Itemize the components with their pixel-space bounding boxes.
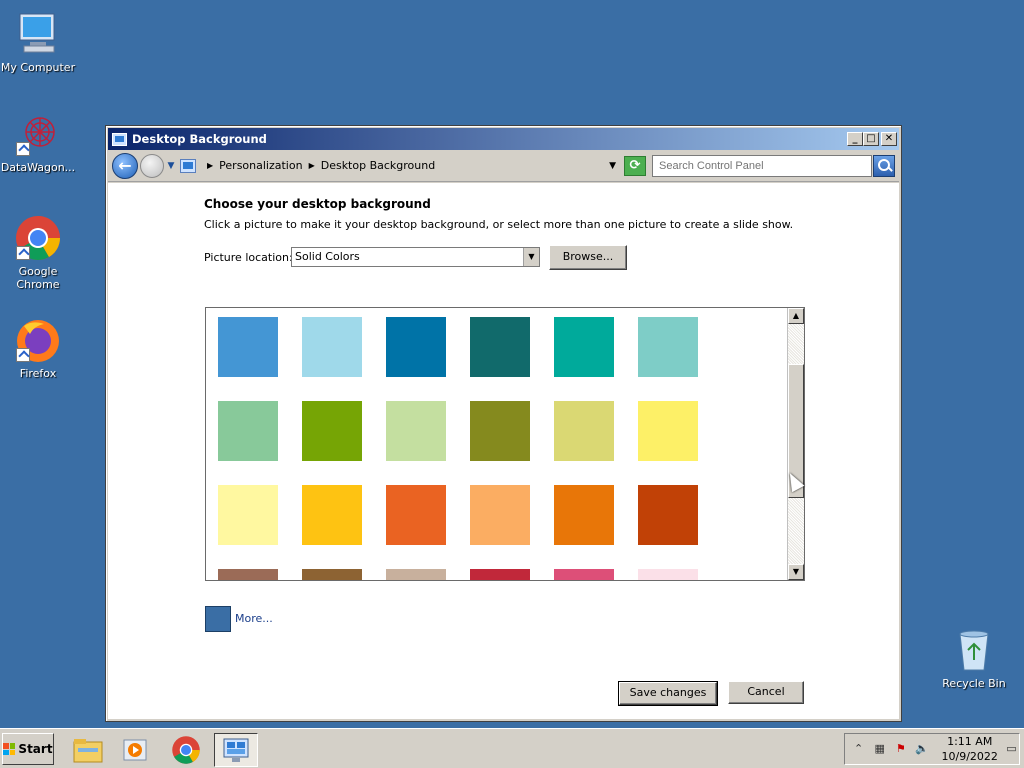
- color-swatch[interactable]: [302, 317, 362, 377]
- gallery-scrollbar[interactable]: ▲ ▼: [787, 308, 804, 580]
- color-swatch[interactable]: [302, 569, 362, 580]
- firefox-icon: [14, 316, 62, 364]
- forward-button[interactable]: [140, 153, 164, 178]
- color-swatch[interactable]: [218, 485, 278, 545]
- show-hidden-icons-icon[interactable]: ⌃: [851, 742, 866, 756]
- color-swatch[interactable]: [386, 569, 446, 580]
- folder-icon: [73, 739, 103, 763]
- show-desktop-icon[interactable]: ▭: [1004, 742, 1019, 756]
- browse-button[interactable]: Browse...: [549, 245, 627, 270]
- color-swatch[interactable]: [470, 569, 530, 580]
- color-swatch[interactable]: [218, 401, 278, 461]
- desktop-icon-label: Recycle Bin: [942, 677, 1006, 690]
- color-swatch[interactable]: [386, 485, 446, 545]
- chevron-right-icon[interactable]: ▶: [309, 161, 315, 170]
- search-input[interactable]: [652, 154, 872, 177]
- color-swatch[interactable]: [386, 317, 446, 377]
- more-colors-link[interactable]: More...: [235, 612, 273, 625]
- color-swatch[interactable]: [638, 401, 698, 461]
- clock-date: 10/9/2022: [941, 750, 998, 763]
- system-tray: ⌃ ▦ ⚑ 🔈 1:11 AM 10/9/2022 ▭: [844, 733, 1020, 765]
- close-button[interactable]: ✕: [881, 132, 897, 146]
- save-changes-button[interactable]: Save changes: [618, 681, 718, 706]
- action-center-icon[interactable]: ⚑: [893, 742, 908, 756]
- picture-location-value: Solid Colors: [295, 250, 360, 263]
- clock[interactable]: 1:11 AM 10/9/2022: [942, 734, 998, 764]
- color-swatch[interactable]: [470, 485, 530, 545]
- shortcut-arrow-icon: [16, 142, 30, 156]
- address-dropdown-icon[interactable]: ▼: [609, 161, 616, 171]
- taskbar-control-panel-button[interactable]: [214, 733, 258, 767]
- control-panel-crumb-icon: [180, 158, 196, 173]
- desktop-icon-label: DataWagon...: [0, 161, 76, 174]
- clock-time: 1:11 AM: [947, 735, 993, 748]
- start-button[interactable]: Start: [2, 733, 54, 765]
- color-swatch[interactable]: [470, 401, 530, 461]
- picture-location-label: Picture location:: [204, 251, 293, 264]
- scroll-up-icon[interactable]: ▲: [788, 308, 804, 324]
- minimize-button[interactable]: _: [847, 132, 863, 146]
- windows-logo-icon: [3, 743, 16, 755]
- desktop-icon-datawagon[interactable]: DataWagon...: [0, 110, 76, 174]
- color-swatch[interactable]: [218, 569, 278, 580]
- color-swatch[interactable]: [638, 485, 698, 545]
- maximize-button[interactable]: □: [863, 132, 879, 146]
- color-swatch[interactable]: [554, 485, 614, 545]
- page-description: Click a picture to make it your desktop …: [204, 218, 794, 231]
- volume-icon[interactable]: 🔈: [914, 742, 929, 756]
- desktop-icon-recycle-bin[interactable]: Recycle Bin: [936, 626, 1012, 690]
- control-panel-icon: [223, 738, 249, 762]
- chrome-icon: [172, 736, 200, 764]
- recent-pages-dropdown-icon[interactable]: ▼: [166, 161, 176, 171]
- picture-location-select[interactable]: Solid Colors ▼: [291, 247, 540, 267]
- more-colors-swatch[interactable]: [205, 606, 231, 632]
- color-swatch[interactable]: [554, 569, 614, 580]
- color-swatch[interactable]: [470, 317, 530, 377]
- network-icon[interactable]: ▦: [872, 742, 887, 756]
- address-bar: ← ▼ ▶ Personalization ▶ Desktop Backgrou…: [108, 150, 899, 182]
- desktop-icon-my-computer[interactable]: My Computer: [0, 10, 76, 74]
- desktop-icon-firefox[interactable]: Firefox: [0, 316, 76, 380]
- color-swatch[interactable]: [554, 317, 614, 377]
- chrome-icon: [14, 214, 62, 262]
- color-swatch[interactable]: [638, 317, 698, 377]
- taskbar-media-player-button[interactable]: [113, 733, 157, 767]
- desktop-icon-google-chrome[interactable]: Google Chrome: [0, 214, 76, 291]
- scroll-down-icon[interactable]: ▼: [788, 564, 804, 580]
- start-label: Start: [18, 742, 53, 756]
- desktop-icon-label: Firefox: [19, 367, 57, 380]
- chevron-right-icon[interactable]: ▶: [207, 161, 213, 170]
- desktop-icon-label: My Computer: [0, 61, 76, 74]
- taskbar-chrome-button[interactable]: [164, 733, 208, 767]
- cancel-button[interactable]: Cancel: [728, 681, 804, 704]
- desktop-icon-label: Google Chrome: [16, 265, 60, 291]
- back-button[interactable]: ←: [112, 152, 138, 179]
- color-swatch[interactable]: [638, 569, 698, 580]
- control-panel-icon: [112, 132, 127, 146]
- taskbar: Start ⌃ ▦ ⚑ 🔈 1:11 AM 10/9/2022 ▭: [0, 728, 1024, 768]
- my-computer-icon: [14, 10, 62, 58]
- shortcut-arrow-icon: [16, 246, 30, 260]
- breadcrumb-desktop-background[interactable]: Desktop Background: [321, 159, 436, 172]
- color-swatch[interactable]: [302, 485, 362, 545]
- recycle-bin-icon: [950, 626, 998, 674]
- breadcrumb-personalization[interactable]: Personalization: [219, 159, 302, 172]
- content-pane: Choose your desktop background Click a p…: [108, 183, 899, 719]
- color-swatch[interactable]: [302, 401, 362, 461]
- datawagon-icon: [14, 110, 62, 158]
- color-gallery: ▲ ▼: [205, 307, 805, 581]
- refresh-button[interactable]: ⟳: [624, 155, 646, 176]
- chevron-down-icon[interactable]: ▼: [523, 248, 539, 266]
- media-player-icon: [123, 739, 147, 761]
- window-title: Desktop Background: [132, 132, 267, 146]
- color-swatch[interactable]: [554, 401, 614, 461]
- shortcut-arrow-icon: [16, 348, 30, 362]
- page-title: Choose your desktop background: [204, 197, 431, 211]
- search-icon[interactable]: [873, 154, 895, 177]
- color-swatch[interactable]: [218, 317, 278, 377]
- window-titlebar[interactable]: Desktop Background _ □ ✕: [108, 128, 899, 150]
- taskbar-explorer-button[interactable]: [66, 733, 110, 767]
- color-swatch[interactable]: [386, 401, 446, 461]
- desktop-background-window: Desktop Background _ □ ✕ ← ▼ ▶ Personali…: [105, 125, 902, 722]
